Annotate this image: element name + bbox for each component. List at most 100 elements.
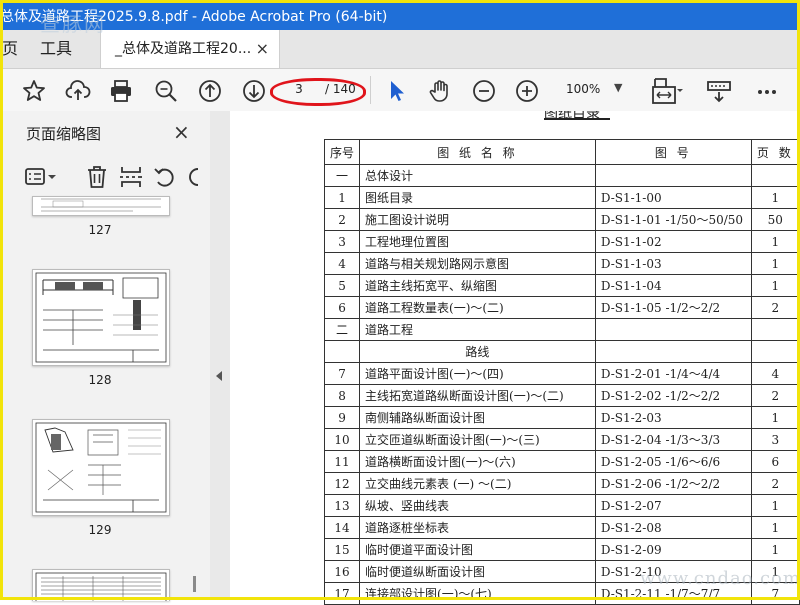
drawing-name: 道路工程数量表(一)～(二) — [359, 296, 596, 319]
panel-close-icon[interactable]: × — [173, 120, 190, 144]
fit-page-icon[interactable] — [650, 76, 684, 104]
row-number: 12 — [323, 472, 361, 495]
drawing-code: D-S1-2-09 — [594, 538, 752, 561]
thumbnail-label: 129 — [88, 523, 112, 537]
star-icon[interactable] — [21, 78, 47, 104]
row-number: 10 — [323, 428, 361, 451]
zoom-search-icon[interactable] — [153, 78, 179, 104]
trash-icon[interactable] — [84, 164, 110, 190]
thumbnail-list — [0, 196, 210, 600]
table-row: 2 施工图设计说明 D-S1-1-01 -1/50～50/50 50 — [323, 208, 800, 231]
zoom-level[interactable]: 100% — [566, 82, 600, 96]
table-row: 11 道路横断面设计图(一)～(六) D-S1-2-05 -1/6～6/6 6 — [323, 450, 800, 473]
tab-close-icon[interactable]: × — [256, 30, 269, 68]
page-up-icon[interactable] — [197, 78, 223, 104]
drawing-name: 施工图设计说明 — [359, 208, 596, 231]
drawing-name: 道路逐桩坐标表 — [359, 516, 596, 539]
tab-document[interactable]: _总体及道路工程20... × — [100, 30, 280, 68]
thumbnail-page-127[interactable] — [32, 196, 170, 216]
page-count: 4 — [750, 362, 800, 385]
table-header-row: 序号 图 纸 名 称 图 号 页 数 — [323, 139, 800, 165]
heading-underline — [544, 118, 610, 120]
drawing-name: 道路平面设计图(一)～(四) — [359, 362, 596, 385]
watermark-top: 查豚网 — [40, 12, 106, 36]
tab-bar: 页 工具 _总体及道路工程20... × — [0, 30, 800, 69]
row-number: 11 — [323, 450, 361, 473]
table-row: 5 道路主线拓宽平、纵缩图 D-S1-1-04 1 — [323, 274, 800, 297]
extract-pages-icon[interactable] — [118, 164, 144, 190]
page-count: 50 — [750, 208, 800, 231]
rotate-right-icon[interactable] — [184, 164, 200, 190]
print-icon[interactable] — [108, 78, 134, 104]
thumbnail-page-130[interactable] — [32, 569, 170, 601]
table-row: 一总体设计 — [323, 164, 800, 187]
rotate-left-icon[interactable] — [152, 164, 178, 190]
table-row: 1 图纸目录 D-S1-1-00 1 — [323, 186, 800, 209]
page-number-input[interactable]: 3 — [290, 82, 308, 96]
drawing-name: 道路与相关规划路网示意图 — [359, 252, 596, 275]
table-row: 7 道路平面设计图(一)～(四) D-S1-2-01 -1/4～4/4 4 — [323, 362, 800, 385]
thumbnail-options-icon[interactable] — [24, 164, 60, 190]
drawing-name: 工程地理位置图 — [359, 230, 596, 253]
tab-document-label: _总体及道路工程20... — [115, 41, 252, 57]
tab-home[interactable]: 页 — [0, 30, 20, 68]
table-row: 15 临时便道平面设计图 D-S1-2-09 1 — [323, 538, 800, 561]
row-number: 17 — [323, 582, 361, 605]
drawing-name: 立交匝道纵断面设计图(一)～(三) — [359, 428, 596, 451]
select-cursor-icon[interactable] — [384, 78, 410, 104]
page-count: 1 — [750, 274, 800, 297]
drawing-name: 南侧辅路纵断面设计图 — [359, 406, 596, 429]
panel-splitter[interactable] — [210, 111, 230, 600]
page-count: 1 — [750, 516, 800, 539]
drawing-name: 连接部设计图(一)～(七) — [359, 582, 596, 605]
page-count: 2 — [750, 472, 800, 495]
page-count: 6 — [750, 450, 800, 473]
row-number: 13 — [323, 494, 361, 517]
thumbnail-page-129[interactable] — [32, 419, 170, 516]
thumbnail-page-128[interactable] — [32, 269, 170, 366]
drawing-name: 临时便道纵断面设计图 — [359, 560, 596, 583]
page-count: 3 — [750, 428, 800, 451]
drawing-code: D-S1-2-06 -1/2～2/2 — [594, 472, 752, 495]
title-bar: 总体及道路工程2025.9.8.pdf - Adobe Acrobat Pro … — [0, 0, 800, 30]
more-icon[interactable] — [754, 78, 780, 104]
drawing-code: D-S1-2-01 -1/4～4/4 — [594, 362, 752, 385]
zoom-out-icon[interactable] — [471, 78, 497, 104]
upload-icon[interactable] — [65, 78, 91, 104]
table-row: 3 工程地理位置图 D-S1-1-02 1 — [323, 230, 800, 253]
table-row: 路线 — [323, 340, 800, 363]
page-total: / 140 — [325, 82, 356, 96]
table-row: 4 道路与相关规划路网示意图 D-S1-1-03 1 — [323, 252, 800, 275]
hand-tool-icon[interactable] — [427, 78, 453, 104]
drawing-code: D-S1-1-03 — [594, 252, 752, 275]
collapse-panel-icon[interactable] — [216, 371, 222, 381]
toolbar-divider — [370, 76, 371, 104]
drawing-code: D-S1-1-04 — [594, 274, 752, 297]
row-number: 9 — [323, 406, 361, 429]
row-number: 16 — [323, 560, 361, 583]
chevron-down-icon[interactable]: ▼ — [614, 81, 622, 94]
column-header: 图 号 — [594, 139, 752, 165]
scroll-mode-icon[interactable] — [705, 78, 733, 104]
zoom-in-icon[interactable] — [514, 78, 540, 104]
drawing-code: D-S1-2-03 — [594, 406, 752, 429]
drawing-code: D-S1-2-04 -1/3～3/3 — [594, 428, 752, 451]
drawing-code: D-S1-2-08 — [594, 516, 752, 539]
drawing-code: D-S1-1-02 — [594, 230, 752, 253]
drawing-name: 路线 — [359, 340, 596, 363]
row-number: 二 — [323, 318, 361, 341]
watermark-bottom: www.cndao.com — [640, 568, 800, 589]
page-down-icon[interactable] — [241, 78, 267, 104]
column-header: 页 数 — [750, 139, 800, 165]
drawing-code: D-S1-2-02 -1/2～2/2 — [594, 384, 752, 407]
drawing-name: 图纸目录 — [359, 186, 596, 209]
drawing-name: 立交曲线元素表 (一) ～(二) — [359, 472, 596, 495]
drawing-name: 总体设计 — [359, 164, 596, 187]
page-count: 1 — [750, 494, 800, 517]
thumbnail-scrollbar[interactable] — [193, 576, 196, 592]
table-row: 10 立交匝道纵断面设计图(一)～(三) D-S1-2-04 -1/3～3/3 3 — [323, 428, 800, 451]
table-row: 二道路工程 — [323, 318, 800, 341]
drawing-code — [594, 340, 752, 363]
row-number: 4 — [323, 252, 361, 275]
table-row: 9 南侧辅路纵断面设计图 D-S1-2-03 1 — [323, 406, 800, 429]
